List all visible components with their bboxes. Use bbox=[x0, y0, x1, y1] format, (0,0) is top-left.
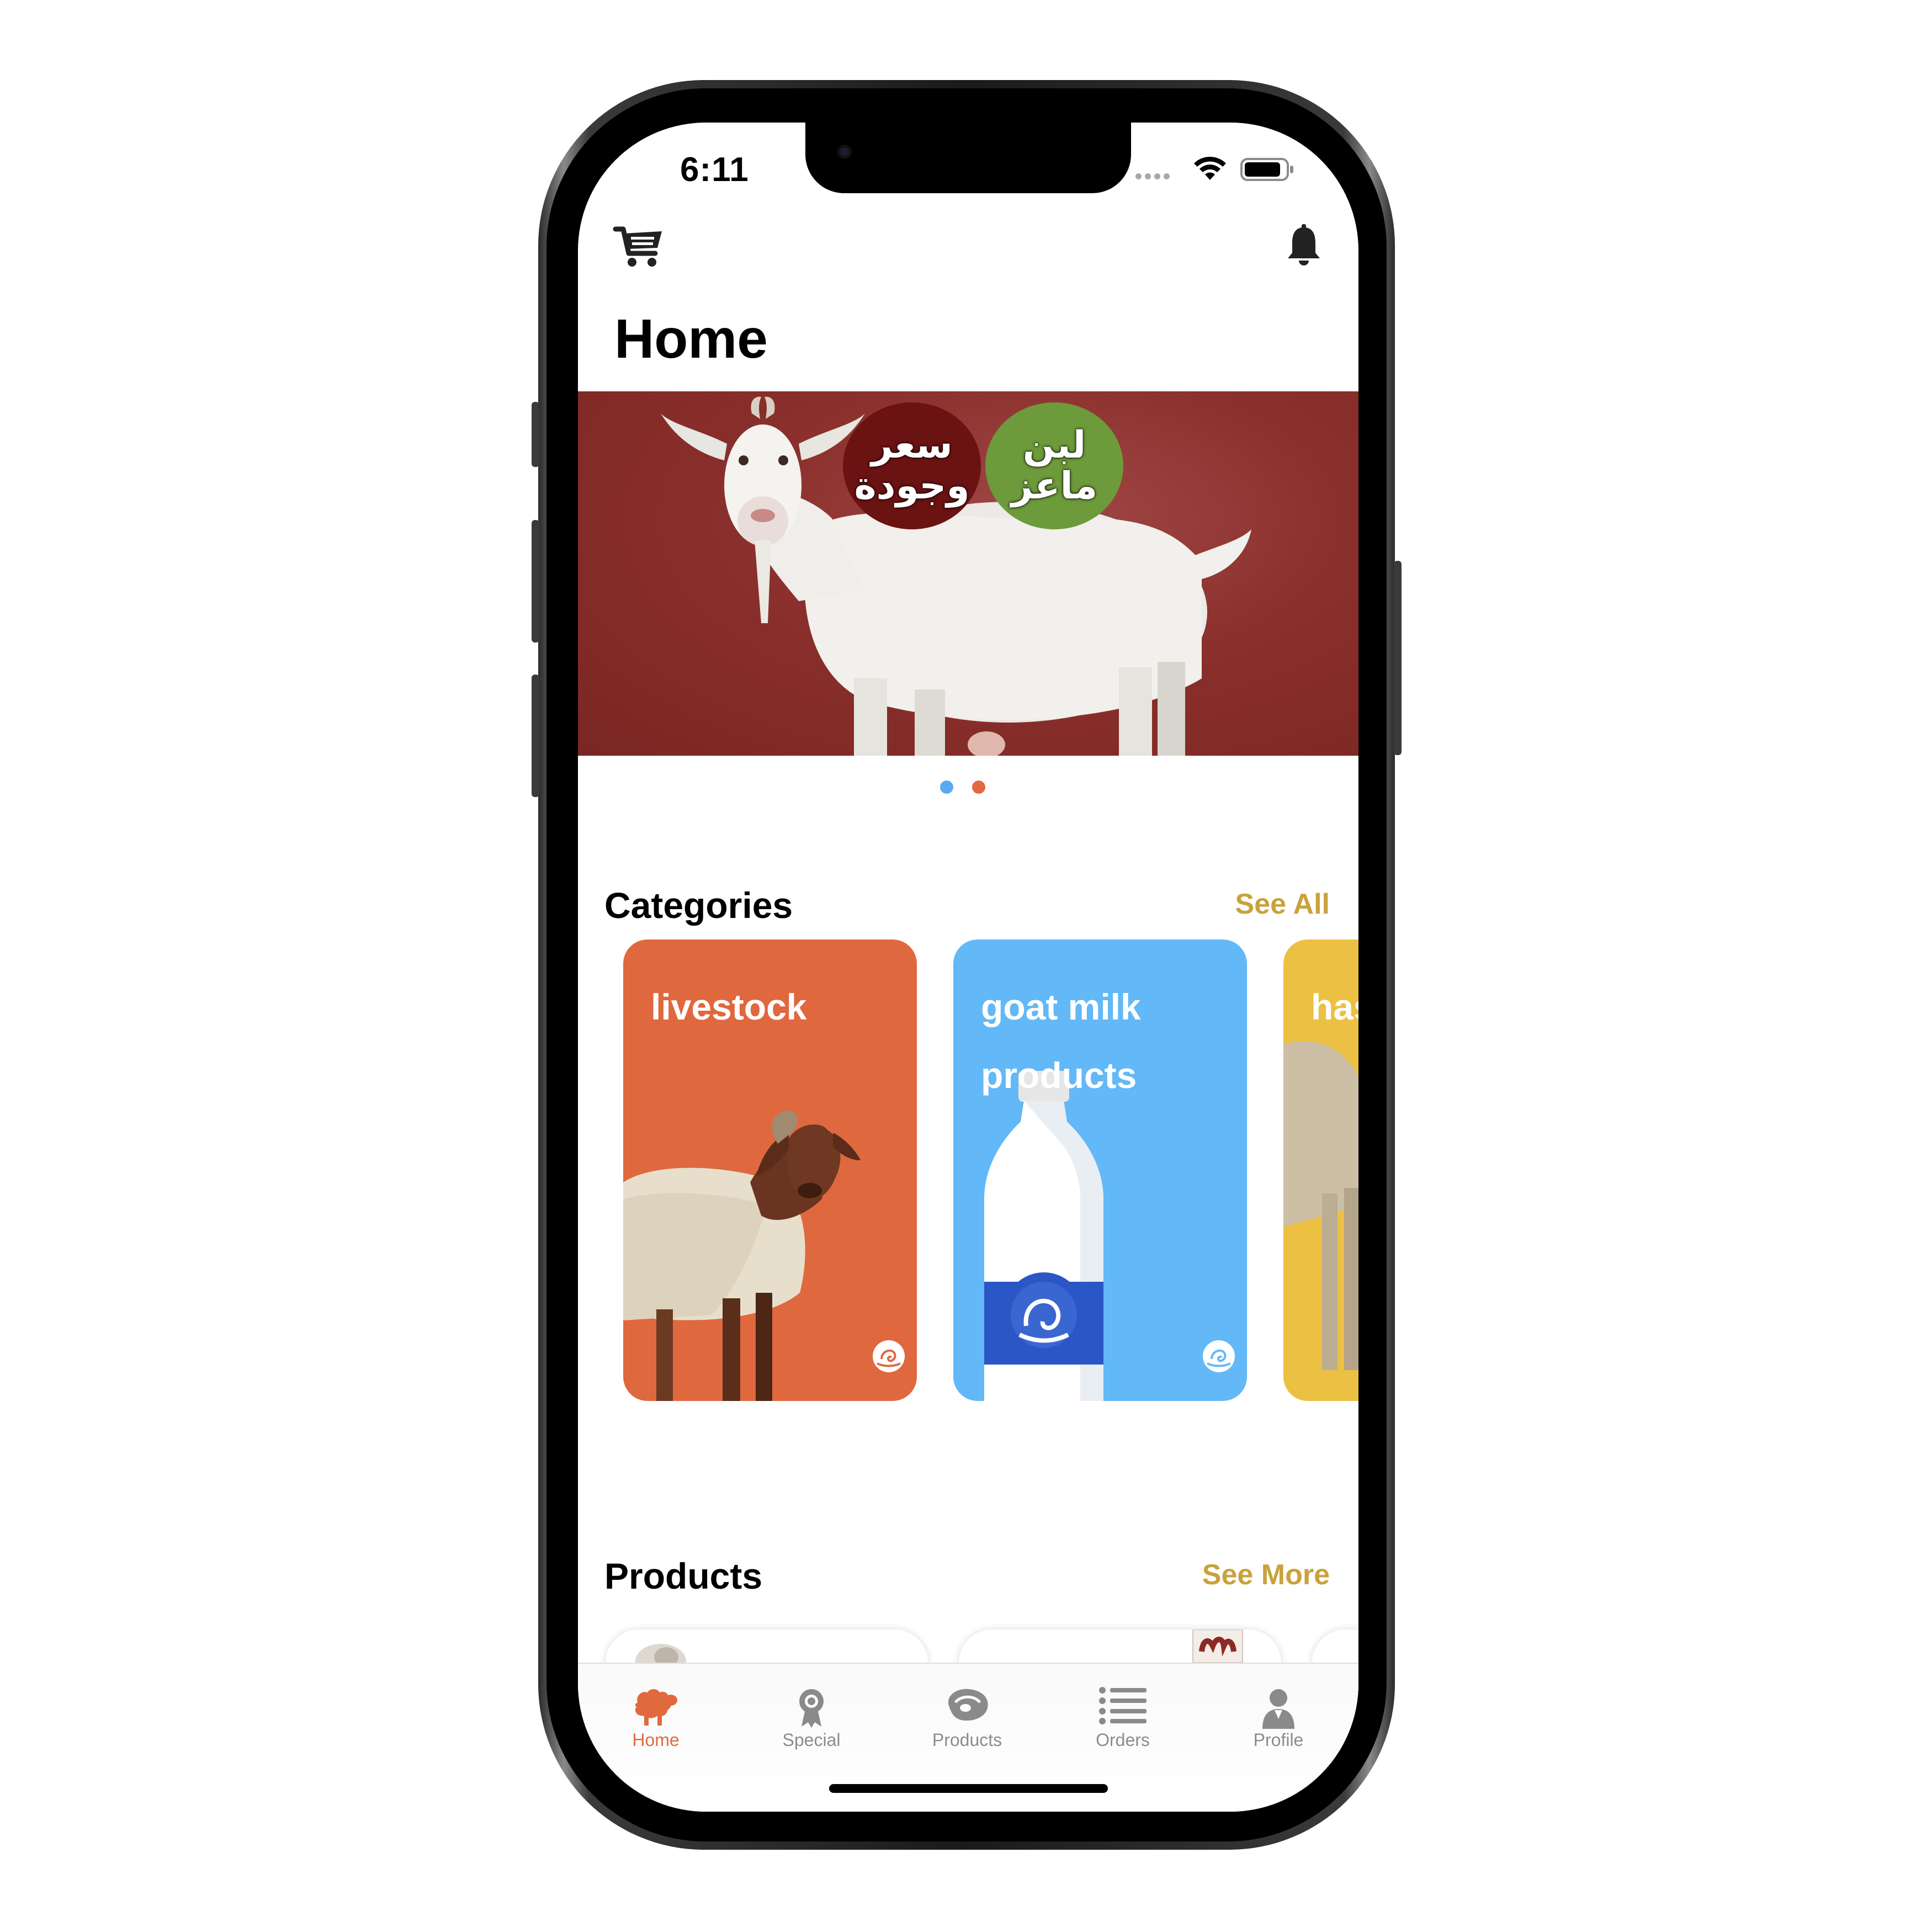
category-card-livestock[interactable]: livestock bbox=[623, 940, 917, 1401]
user-icon bbox=[1262, 1689, 1294, 1729]
cellular-signal-icon bbox=[1135, 173, 1170, 179]
categories-title: Categories bbox=[604, 885, 793, 926]
list-icon bbox=[1099, 1687, 1147, 1724]
category-card-goat-milk-products[interactable]: goat milk products bbox=[953, 940, 1247, 1401]
front-camera bbox=[837, 145, 852, 159]
category-label: has bbox=[1311, 986, 1358, 1027]
power-button bbox=[1394, 561, 1402, 755]
tab-special[interactable]: Special bbox=[734, 1664, 889, 1758]
price-quality-badge: سعر وجودة bbox=[843, 402, 981, 529]
battery-icon bbox=[1240, 158, 1293, 181]
see-more-link[interactable]: See More bbox=[1202, 1558, 1330, 1591]
sheep-icon bbox=[635, 1689, 677, 1726]
volume-down-button bbox=[532, 675, 539, 797]
category-label: livestock bbox=[651, 986, 807, 1027]
tab-profile[interactable]: Profile bbox=[1201, 1664, 1356, 1758]
notch bbox=[805, 123, 1131, 193]
tab-label: Special bbox=[782, 1730, 841, 1750]
tab-orders[interactable]: Orders bbox=[1045, 1664, 1201, 1758]
brand-logo-icon bbox=[1203, 1340, 1235, 1372]
product-thumbnail bbox=[1192, 1630, 1243, 1663]
home-indicator[interactable] bbox=[829, 1784, 1108, 1793]
brand-logo-icon bbox=[873, 1340, 905, 1372]
tab-home[interactable]: Home bbox=[578, 1664, 734, 1758]
category-label: goat milk products bbox=[981, 986, 1141, 1096]
goat-milk-badge: لبن ماعز bbox=[985, 402, 1123, 529]
cart-icon[interactable] bbox=[612, 225, 665, 269]
pagination-dot[interactable] bbox=[972, 781, 985, 794]
status-time: 6:11 bbox=[680, 151, 749, 189]
pagination-dot-active[interactable] bbox=[940, 781, 953, 794]
tab-label: Orders bbox=[1096, 1730, 1150, 1750]
mute-switch bbox=[532, 402, 539, 467]
award-icon bbox=[799, 1689, 824, 1728]
wifi-icon bbox=[1194, 156, 1226, 180]
notification-bell-icon[interactable] bbox=[1286, 223, 1322, 267]
tab-products[interactable]: Products bbox=[889, 1664, 1045, 1758]
page-title: Home bbox=[614, 308, 768, 370]
tab-label: Profile bbox=[1253, 1730, 1304, 1750]
see-all-link[interactable]: See All bbox=[1235, 888, 1330, 921]
banner-pagination[interactable] bbox=[940, 781, 985, 794]
tab-label: Home bbox=[632, 1730, 680, 1750]
meat-icon bbox=[948, 1689, 988, 1721]
category-card-partial[interactable]: has bbox=[1283, 940, 1358, 1401]
promo-banner[interactable]: سعر وجودة لبن ماعز bbox=[578, 391, 1358, 756]
products-title: Products bbox=[604, 1556, 763, 1596]
app-screen: 6:11 Home سعر وجودة لبن ماعز Categories … bbox=[578, 123, 1358, 1812]
tab-label: Products bbox=[932, 1730, 1002, 1750]
volume-up-button bbox=[532, 520, 539, 643]
